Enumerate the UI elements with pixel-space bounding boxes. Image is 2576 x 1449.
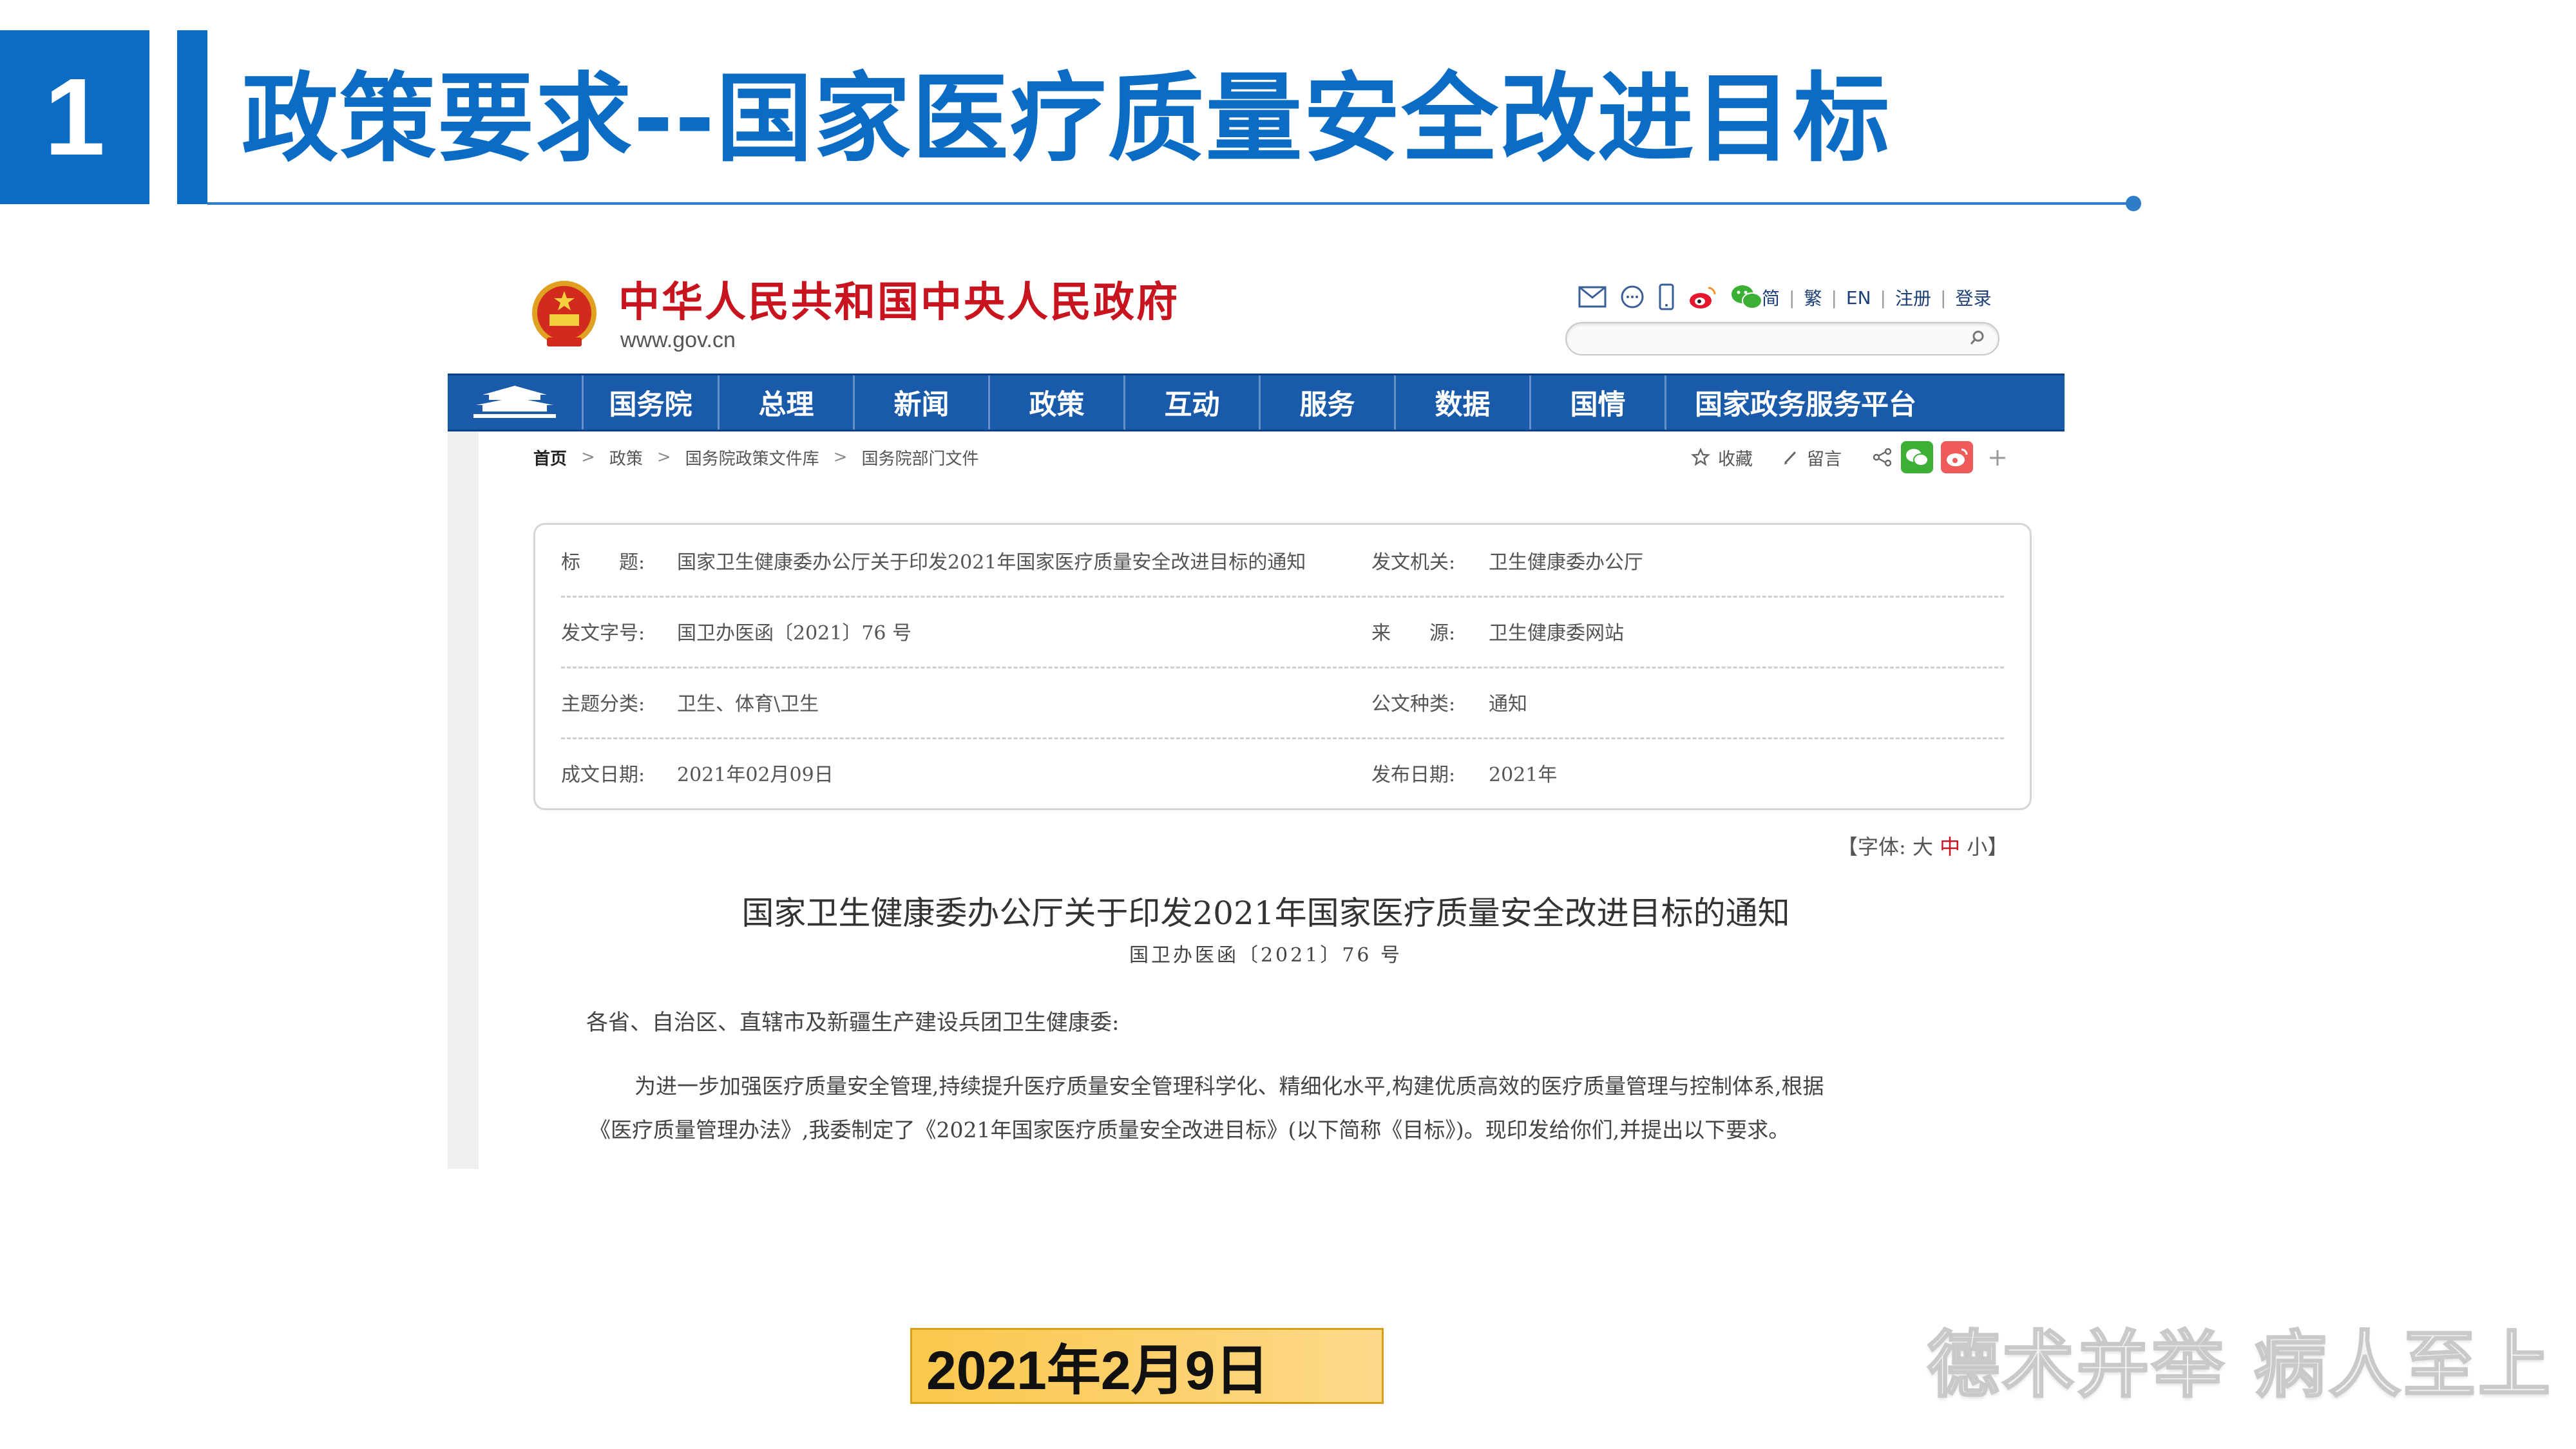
nav-item-premier[interactable]: 总理: [718, 375, 853, 430]
weibo-icon: [1947, 448, 1968, 466]
info-row: 成文日期: 2021年02月09日 发布日期: 2021年: [561, 737, 2004, 808]
title-underline: [207, 202, 2133, 205]
nav-item-interaction[interactable]: 互动: [1123, 375, 1259, 430]
topic-label: 主题分类:: [561, 693, 645, 715]
publish-date-label: 发布日期:: [1371, 764, 1456, 786]
mail-icon[interactable]: [1578, 286, 1607, 308]
chat-icon[interactable]: [1619, 284, 1645, 310]
site-url[interactable]: www.gov.cn: [620, 327, 736, 353]
english-link[interactable]: EN: [1846, 287, 1871, 308]
font-size-medium-button[interactable]: 中: [1940, 835, 1960, 859]
language-links: 简 | 繁 | EN | 注册 | 登录: [1762, 283, 1991, 312]
document-paragraph-line: 《医疗质量管理办法》,我委制定了《2021年国家医疗质量安全改进目标》(以下简称…: [589, 1117, 1790, 1142]
topic-value: 卫生、体育\卫生: [677, 693, 819, 715]
breadcrumb-separator: >: [833, 448, 848, 467]
nav-item-state-council[interactable]: 国务院: [582, 375, 718, 430]
info-row: 主题分类: 卫生、体育\卫生 公文种类: 通知: [561, 667, 2004, 739]
info-row: 标 题: 国家卫生健康委办公厅关于印发2021年国家医疗质量安全改进目标的通知 …: [561, 525, 2004, 598]
comment-link[interactable]: 留言: [1807, 445, 1842, 470]
title-value: 国家卫生健康委办公厅关于印发2021年国家医疗质量安全改进目标的通知: [677, 551, 1306, 574]
source-label: 来 源:: [1371, 622, 1456, 645]
top-icon-group: [1578, 282, 1764, 312]
title-accent-bar: [177, 30, 207, 204]
pen-icon[interactable]: [1782, 449, 1799, 466]
register-link[interactable]: 注册: [1895, 285, 1931, 310]
nav-item-policy[interactable]: 政策: [988, 375, 1123, 430]
nav-home[interactable]: [448, 375, 582, 430]
date-label: 2021年2月9日: [910, 1328, 1384, 1404]
main-nav: 国务院 总理 新闻 政策 互动 服务 数据 国情 国家政务服务平台: [448, 374, 2065, 431]
more-share-button[interactable]: +: [1987, 443, 2008, 471]
font-size-large-button[interactable]: 大: [1913, 835, 1933, 859]
title-underline-dot: [2126, 196, 2141, 211]
nav-item-services[interactable]: 服务: [1259, 375, 1394, 430]
weibo-share-button[interactable]: [1941, 441, 1973, 473]
wechat-icon[interactable]: [1730, 284, 1764, 310]
slogan-watermark: 德术并举 病人至上: [1927, 1323, 2553, 1408]
collect-link[interactable]: 收藏: [1718, 445, 1753, 470]
login-link[interactable]: 登录: [1955, 285, 1991, 310]
type-label: 公文种类:: [1371, 693, 1456, 715]
font-size-control: 【字体: 大 中 小】: [1837, 831, 2008, 860]
page-left-strip: [448, 425, 479, 1169]
font-size-suffix: 】: [1987, 835, 2008, 859]
wechat-icon: [1906, 449, 1929, 466]
title-label: 标 题:: [561, 551, 645, 574]
breadcrumb-separator: >: [656, 448, 671, 467]
issuer-value: 卫生健康委办公厅: [1489, 551, 1643, 574]
breadcrumb-policy-library[interactable]: 国务院政策文件库: [685, 446, 819, 469]
docno-label: 发文字号:: [561, 622, 645, 645]
document-salutation: 各省、自治区、直辖市及新疆生产建设兵团卫生健康委:: [586, 1010, 1120, 1036]
breadcrumb-department-docs[interactable]: 国务院部门文件: [861, 446, 978, 469]
document-number: 国卫办医函〔2021〕76 号: [1129, 944, 1403, 967]
star-icon[interactable]: [1691, 448, 1710, 467]
weibo-icon[interactable]: [1688, 284, 1717, 310]
breadcrumb-home[interactable]: 首页: [533, 446, 567, 469]
type-value: 通知: [1489, 693, 1527, 715]
nav-item-service-platform[interactable]: 国家政务服务平台: [1665, 375, 1945, 430]
search-input[interactable]: [1565, 322, 1999, 355]
share-icon[interactable]: [1871, 446, 1893, 468]
issuer-label: 发文机关:: [1371, 551, 1456, 574]
nav-item-national-info[interactable]: 国情: [1529, 375, 1665, 430]
wechat-share-button[interactable]: [1901, 441, 1933, 473]
written-date-value: 2021年02月09日: [677, 764, 834, 786]
nav-item-news[interactable]: 新闻: [853, 375, 988, 430]
font-size-small-button[interactable]: 小: [1967, 835, 1987, 859]
share-bar: 收藏 留言 +: [1691, 441, 2008, 473]
publish-date-value: 2021年: [1489, 764, 1558, 786]
docno-value: 国卫办医函〔2021〕76 号: [677, 622, 912, 645]
source-value: 卫生健康委网站: [1489, 622, 1624, 645]
document-title: 国家卫生健康委办公厅关于印发2021年国家医疗质量安全改进目标的通知: [741, 895, 1790, 932]
document-info-box: 标 题: 国家卫生健康委办公厅关于印发2021年国家医疗质量安全改进目标的通知 …: [533, 523, 2032, 810]
traditional-link[interactable]: 繁: [1804, 285, 1822, 310]
mobile-icon[interactable]: [1658, 283, 1675, 310]
national-emblem-icon: [532, 281, 596, 346]
slide-number: 1: [0, 30, 149, 204]
breadcrumb: 首页 > 政策 > 国务院政策文件库 > 国务院部门文件: [533, 444, 978, 470]
site-name[interactable]: 中华人民共和国中央人民政府: [618, 277, 1179, 328]
simplified-link[interactable]: 简: [1762, 285, 1780, 310]
info-row: 发文字号: 国卫办医函〔2021〕76 号 来 源: 卫生健康委网站: [561, 596, 2004, 668]
search-icon[interactable]: [1969, 329, 1987, 347]
breadcrumb-separator: >: [581, 448, 595, 467]
document-paragraph-line: 为进一步加强医疗质量安全管理,持续提升医疗质量安全管理科学化、精细化水平,构建优…: [634, 1074, 1824, 1099]
nav-item-data[interactable]: 数据: [1394, 375, 1529, 430]
webpage-screenshot: 中华人民共和国中央人民政府 www.gov.cn 简 | 繁 | EN | 注册 | 登…: [448, 258, 2084, 1169]
font-size-prefix: 【字体:: [1837, 835, 1906, 859]
slide-title: 政策要求--国家医疗质量安全改进目标: [242, 63, 1891, 175]
palace-icon: [473, 386, 556, 418]
breadcrumb-policy[interactable]: 政策: [609, 446, 643, 469]
written-date-label: 成文日期:: [561, 764, 645, 786]
